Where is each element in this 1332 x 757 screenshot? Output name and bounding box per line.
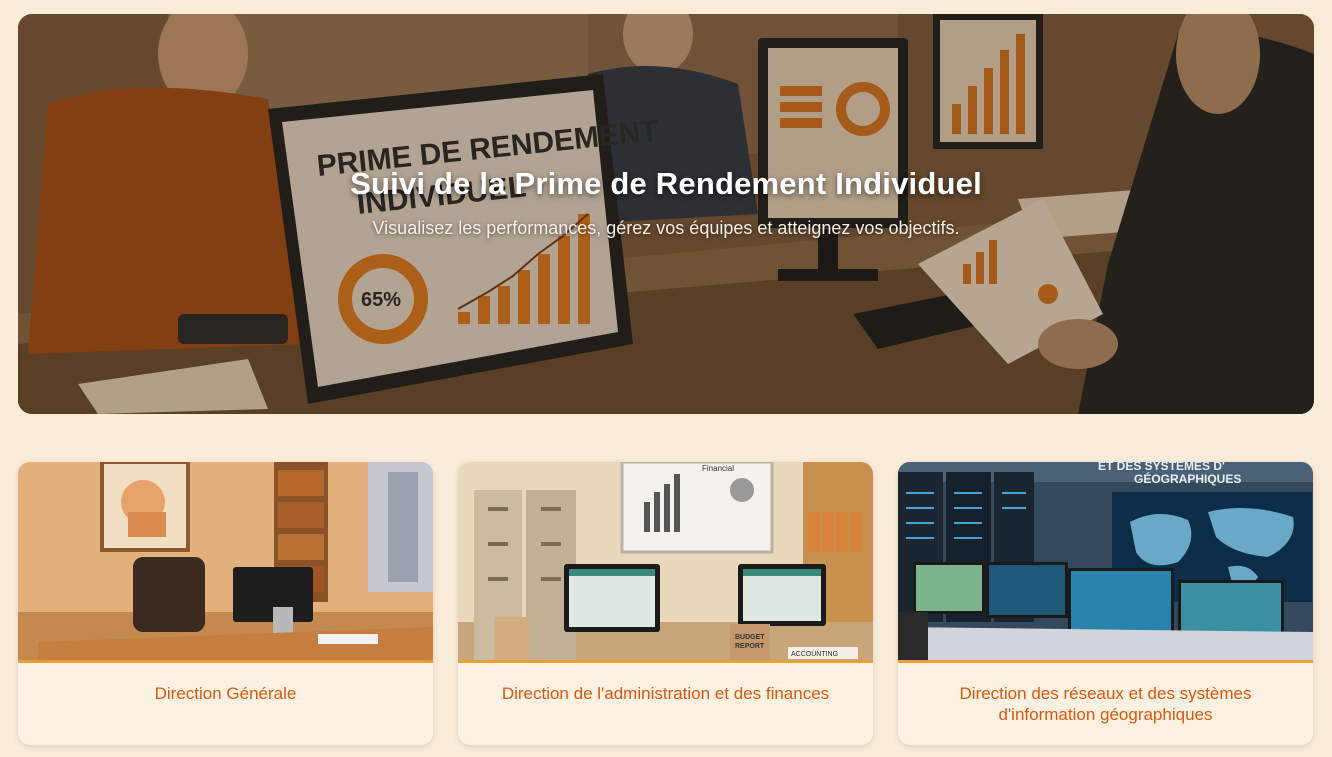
wall-sign-2: GÉOGRAPHIQUES: [1134, 471, 1241, 486]
card-title: Direction de l'administration et des fin…: [501, 684, 830, 703]
finance-office-image: Financial BUDGET REPORT ACCOUNTING: [458, 462, 873, 660]
hero-banner: PRIME DE RENDEMENT INDIVIDUEL 65% Suivi …: [18, 14, 1314, 414]
card-title: Direction Générale: [154, 684, 297, 703]
hero-overlay: [18, 14, 1314, 414]
board-label: Financial: [702, 464, 734, 473]
binder-label: ACCOUNTING: [791, 651, 838, 658]
card-divider: [898, 660, 1313, 663]
page-subtitle: Visualisez les performances, gérez vos é…: [372, 218, 960, 238]
card-direction-reseaux-sig[interactable]: ET DES SYSTÈMES D' GÉOGRAPHIQUES Directi…: [898, 462, 1313, 745]
card-direction-administration-finances[interactable]: Financial BUDGET REPORT ACCOUNTING Direc…: [458, 462, 873, 745]
box-label-2: REPORT: [735, 643, 765, 650]
card-divider: [458, 660, 873, 663]
page-title: Suivi de la Prime de Rendement Individue…: [350, 166, 982, 201]
card-divider: [18, 660, 433, 663]
executive-office-image: [18, 462, 433, 660]
card-title: Direction des réseaux et des systèmes d'…: [959, 684, 1252, 724]
box-label: BUDGET: [735, 634, 765, 641]
card-direction-generale[interactable]: Direction Générale: [18, 462, 433, 745]
gis-control-room-image: ET DES SYSTÈMES D' GÉOGRAPHIQUES: [898, 462, 1313, 660]
